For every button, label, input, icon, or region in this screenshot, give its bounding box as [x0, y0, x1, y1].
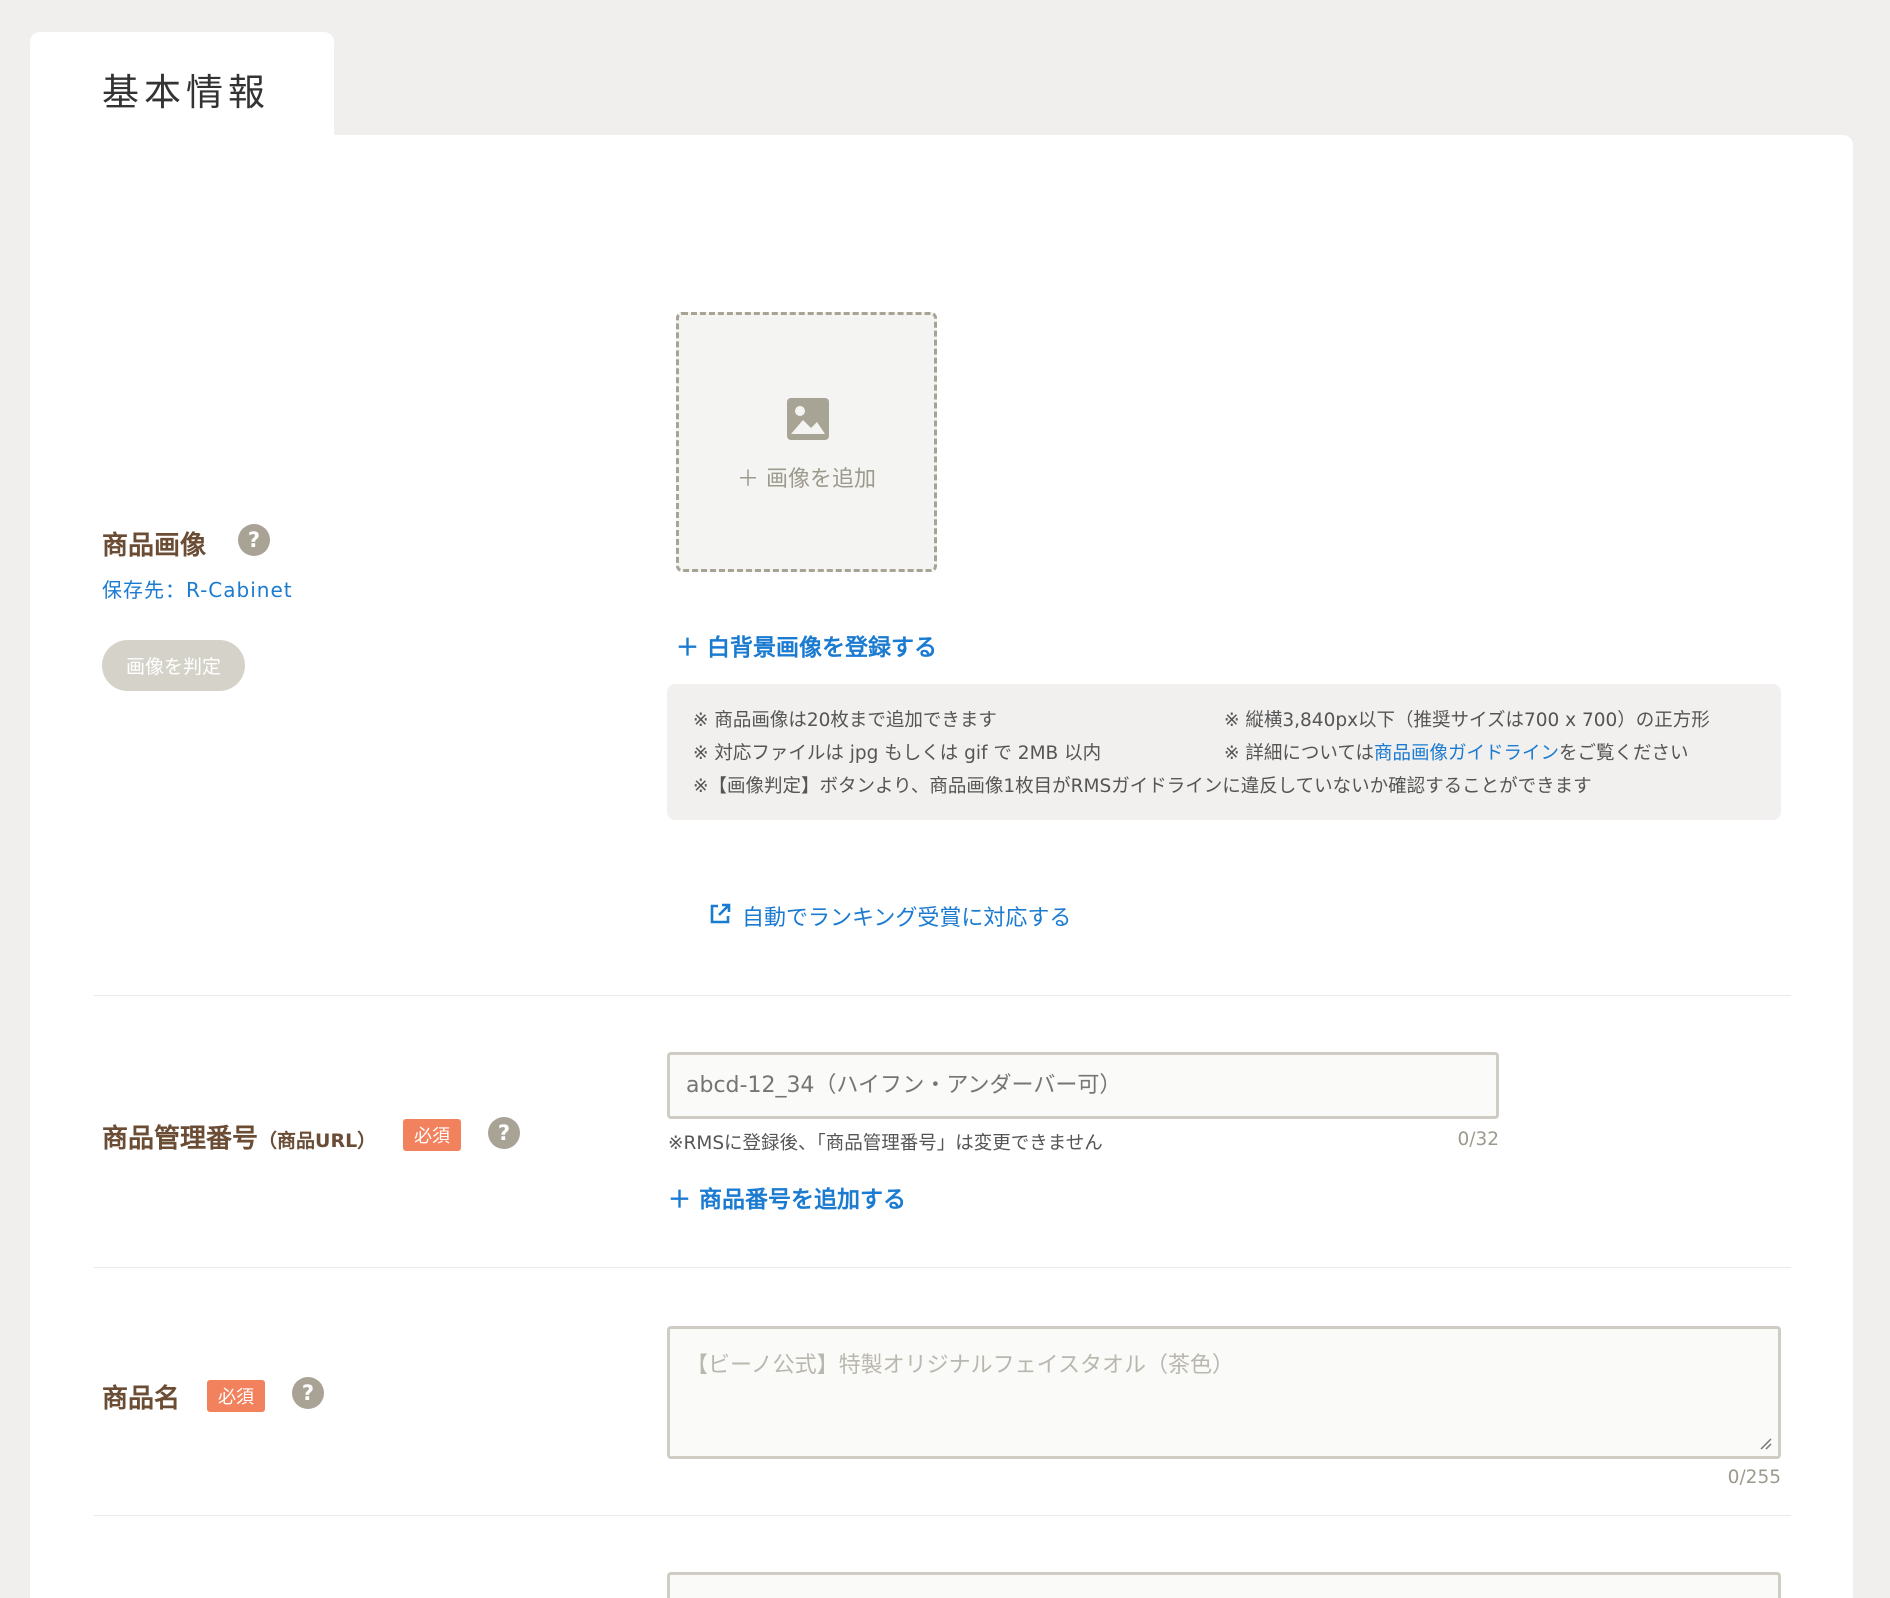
- management-number-label: 商品管理番号（商品URL）: [102, 1118, 376, 1155]
- note-file-types: ※ 対応ファイルは jpg もしくは gif で 2MB 以内: [693, 743, 1102, 764]
- management-number-hint: ※RMSに登録後、「商品管理番号」は変更できません: [668, 1133, 1103, 1154]
- image-upload-dropzone[interactable]: ＋ 画像を追加: [676, 312, 937, 572]
- management-number-count: 0/32: [1457, 1129, 1499, 1150]
- management-number-help-icon[interactable]: ?: [488, 1117, 520, 1149]
- management-number-label-sub: （商品URL）: [258, 1130, 377, 1152]
- storage-destination-link[interactable]: 保存先：R-Cabinet: [102, 574, 293, 603]
- product-name-textarea[interactable]: 【ビーノ公式】特製オリジナルフェイスタオル（茶色）: [667, 1326, 1781, 1459]
- add-product-number-link[interactable]: ＋ 商品番号を追加する: [668, 1180, 906, 1214]
- note-max-images: ※ 商品画像は20枚まで追加できます: [693, 710, 997, 731]
- external-link-icon: [710, 903, 731, 924]
- row-divider: [94, 1267, 1791, 1268]
- product-name-help-icon[interactable]: ?: [292, 1377, 324, 1409]
- note-image-size: ※ 縦横3,840px以下（推奨サイズは700 x 700）の正方形: [1224, 710, 1710, 731]
- next-field-input[interactable]: [667, 1572, 1781, 1598]
- add-white-background-link[interactable]: ＋ 白背景画像を登録する: [676, 628, 937, 662]
- section-title: 基本情報: [102, 71, 270, 114]
- resize-handle-icon[interactable]: [1758, 1436, 1772, 1450]
- product-name-label: 商品名: [102, 1384, 181, 1414]
- add-image-label: ＋ 画像を追加: [737, 467, 876, 492]
- judge-image-button[interactable]: 画像を判定: [102, 640, 245, 691]
- note-guideline-prefix: ※ 詳細については: [1224, 743, 1374, 764]
- note-guideline-suffix: をご覧ください: [1558, 743, 1689, 764]
- management-number-input[interactable]: [667, 1052, 1499, 1119]
- guideline-link[interactable]: 商品画像ガイドライン: [1374, 743, 1559, 764]
- note-guideline: ※ 詳細については商品画像ガイドラインをご覧ください: [1224, 739, 1689, 765]
- product-image-help-icon[interactable]: ?: [238, 524, 270, 556]
- image-notes-box: ※ 商品画像は20枚まで追加できます ※ 縦横3,840px以下（推奨サイズは7…: [667, 684, 1781, 820]
- required-badge: 必須: [207, 1380, 265, 1412]
- product-name-count: 0/255: [1727, 1467, 1781, 1488]
- ranking-award-link[interactable]: 自動でランキング受賞に対応する: [742, 900, 1071, 932]
- product-name-placeholder: 【ビーノ公式】特製オリジナルフェイスタオル（茶色）: [686, 1353, 1235, 1378]
- row-divider: [94, 995, 1791, 996]
- management-number-label-text: 商品管理番号: [102, 1124, 259, 1154]
- row-divider: [94, 1515, 1791, 1516]
- product-image-label: 商品画像: [102, 531, 207, 561]
- note-image-judge: ※【画像判定】ボタンより、商品画像1枚目がRMSガイドラインに違反していないか確…: [693, 776, 1592, 797]
- required-badge: 必須: [403, 1119, 461, 1151]
- image-icon: [787, 398, 829, 440]
